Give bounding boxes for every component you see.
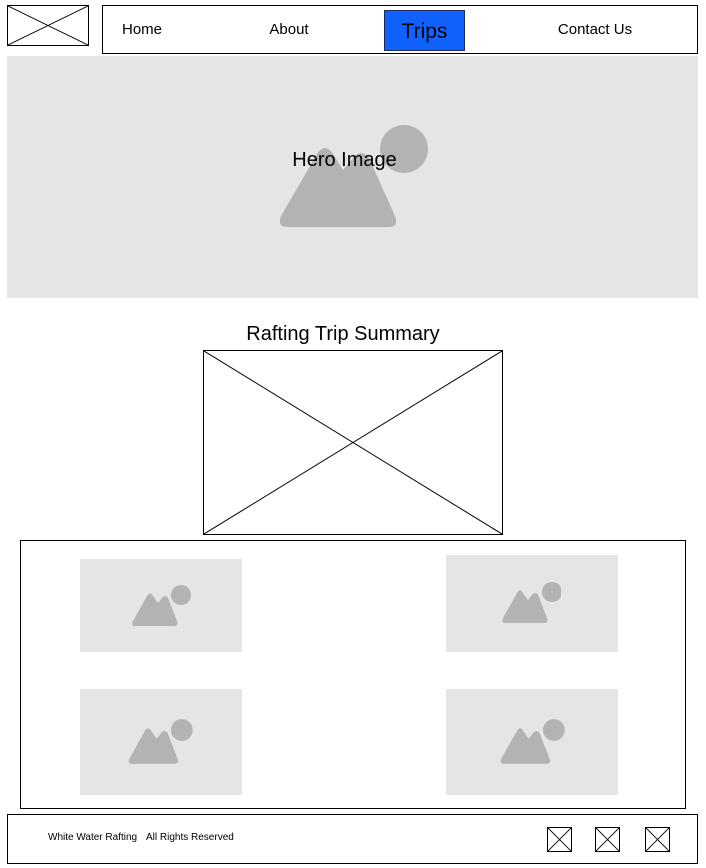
nav-about-link[interactable]: About <box>251 6 327 53</box>
section-title: Rafting Trip Summary <box>246 323 440 345</box>
image-placeholder-icon <box>502 582 561 623</box>
gallery-image-2[interactable] <box>446 555 618 652</box>
social-icon-2[interactable] <box>595 827 620 852</box>
placeholder-x-icon <box>548 828 571 851</box>
logo-x-icon <box>8 6 88 45</box>
gallery-image-1[interactable] <box>80 559 242 652</box>
nav-trips-link[interactable]: Trips <box>384 10 465 51</box>
social-icon-1[interactable] <box>547 827 572 852</box>
image-placeholder-icon <box>279 125 428 227</box>
nav-contact-link[interactable]: Contact Us <box>543 6 647 53</box>
gallery-image-4[interactable] <box>446 689 618 795</box>
social-icon-3[interactable] <box>645 827 670 852</box>
hero-label: Hero Image <box>292 149 397 171</box>
footer-rights: All Rights Reserved <box>146 832 234 843</box>
hero-image: Hero Image <box>7 56 698 298</box>
image-placeholder-icon <box>128 719 193 764</box>
placeholder-x-icon <box>646 828 669 851</box>
image-placeholder-icon <box>500 719 565 764</box>
image-placeholder-icon <box>132 585 191 626</box>
summary-image-placeholder <box>203 350 503 535</box>
placeholder-x-icon <box>596 828 619 851</box>
logo-placeholder[interactable] <box>7 5 89 46</box>
nav-home-link[interactable]: Home <box>103 6 181 53</box>
trip-gallery <box>20 540 686 809</box>
gallery-image-3[interactable] <box>80 689 242 795</box>
footer-brand: White Water Rafting <box>48 832 138 843</box>
main-nav: Home About Trips Contact Us <box>102 5 698 54</box>
image-placeholder-x <box>204 351 502 534</box>
footer: White Water Rafting All Rights Reserved <box>7 814 698 864</box>
